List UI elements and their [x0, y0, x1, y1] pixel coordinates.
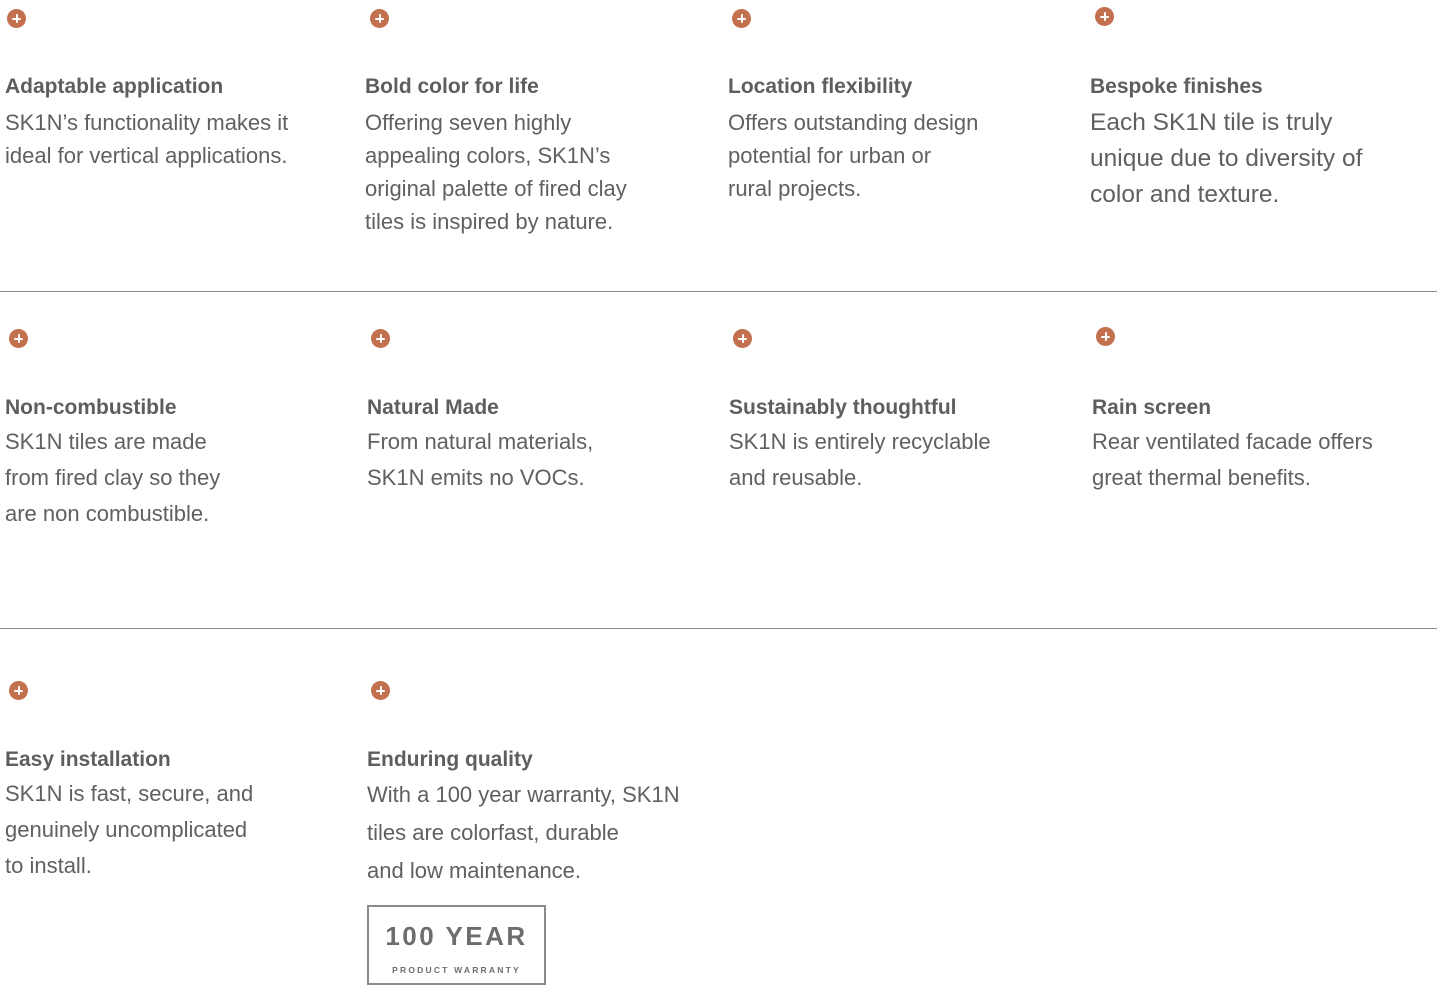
feature-description: With a 100 year warranty, SK1N tiles are… — [367, 782, 680, 883]
feature-title: Bold color for life — [365, 75, 539, 98]
plus-circle-icon[interactable] — [9, 329, 28, 348]
plus-circle-icon[interactable] — [733, 329, 752, 348]
warranty-badge-title: 100 YEAR — [385, 921, 528, 951]
plus-circle-icon[interactable] — [370, 9, 389, 28]
warranty-badge-subtitle: PRODUCT WARRANTY — [392, 965, 521, 975]
feature-title: Sustainably thoughtful — [729, 396, 957, 419]
feature-description: SK1N is fast, secure, and genuinely unco… — [5, 781, 254, 878]
feature-title: Rain screen — [1092, 396, 1212, 419]
plus-circle-icon[interactable] — [1095, 7, 1114, 26]
plus-circle-icon[interactable] — [371, 681, 390, 700]
section-divider — [0, 291, 1437, 292]
feature-title: Location flexibility — [728, 75, 913, 98]
feature-title: Bespoke finishes — [1090, 75, 1263, 98]
plus-circle-icon[interactable] — [732, 9, 751, 28]
plus-circle-icon[interactable] — [7, 9, 26, 28]
feature-title: Natural Made — [367, 396, 499, 419]
feature-description: SK1N is entirely recyclable and reusable… — [729, 429, 991, 490]
feature-description: SK1N’s functionality makes it ideal for … — [5, 110, 289, 168]
feature-title: Non-combustible — [5, 396, 177, 419]
plus-circle-icon[interactable] — [371, 329, 390, 348]
section-divider — [0, 628, 1437, 629]
feature-description: SK1N tiles are made from fired clay so t… — [5, 429, 221, 526]
feature-title: Enduring quality — [367, 748, 533, 771]
plus-circle-icon[interactable] — [1096, 327, 1115, 346]
feature-description: Each SK1N tile is truly unique due to di… — [1090, 109, 1363, 208]
feature-title: Adaptable application — [5, 75, 224, 98]
feature-title: Easy installation — [5, 748, 171, 771]
feature-description: Offering seven highly appealing colors, … — [365, 110, 627, 234]
feature-description: Rear ventilated facade offers great ther… — [1092, 429, 1373, 490]
feature-description: From natural materials, SK1N emits no VO… — [367, 429, 594, 490]
warranty-badge: 100 YEAR PRODUCT WARRANTY — [367, 905, 546, 985]
feature-description: Offers outstanding design potential for … — [728, 110, 979, 201]
plus-circle-icon[interactable] — [9, 681, 28, 700]
